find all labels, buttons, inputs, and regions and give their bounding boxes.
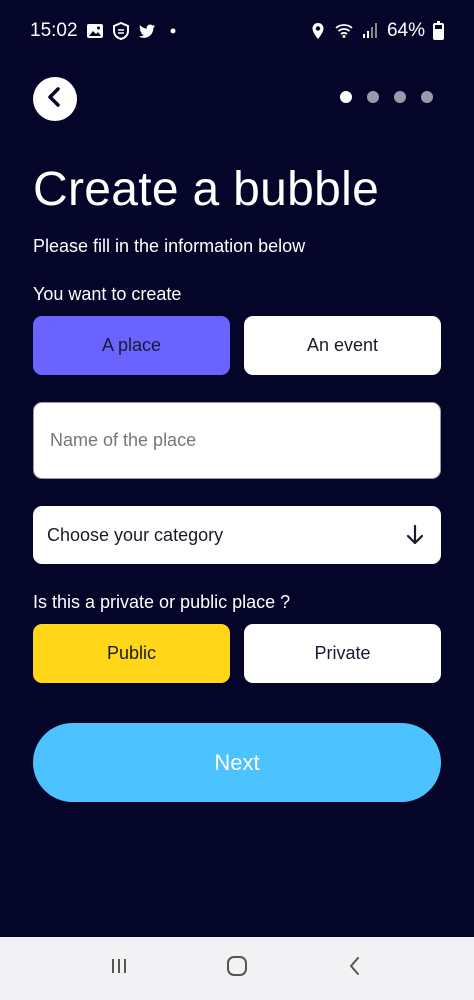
- step-dot-3: [394, 91, 406, 103]
- battery-icon: [433, 20, 444, 40]
- home-button[interactable]: [217, 949, 257, 989]
- battery-percent: 64%: [386, 20, 425, 41]
- vpn-shield-icon: [112, 22, 130, 40]
- signal-icon: [361, 22, 379, 40]
- back-button[interactable]: [33, 77, 77, 121]
- page-subtitle: Please fill in the information below: [33, 236, 306, 256]
- home-icon: [225, 954, 249, 983]
- system-back-button[interactable]: [335, 949, 375, 989]
- place-option-button[interactable]: A place: [33, 316, 230, 375]
- category-dropdown-label: Choose your category: [47, 524, 224, 545]
- create-type-selector: A place An event: [33, 316, 441, 375]
- status-right: 64%: [309, 20, 444, 42]
- event-option-button[interactable]: An event: [244, 316, 441, 375]
- step-indicator: [340, 91, 433, 103]
- location-icon: [309, 22, 327, 40]
- step-dot-2: [367, 91, 379, 103]
- gallery-icon: [86, 22, 104, 40]
- status-left: 15:02: [30, 20, 182, 42]
- arrow-down-icon: [403, 523, 427, 547]
- status-time: 15:02: [30, 20, 78, 41]
- system-nav-bar: [0, 937, 474, 1000]
- chevron-left-icon: [44, 86, 66, 113]
- step-dot-1: [340, 91, 352, 103]
- step-dot-4: [421, 91, 433, 103]
- next-button[interactable]: Next: [33, 723, 441, 802]
- public-option-button[interactable]: Public: [33, 624, 230, 683]
- wifi-icon: [335, 22, 353, 40]
- notification-dot-icon: [164, 22, 182, 40]
- category-dropdown[interactable]: Choose your category: [33, 506, 441, 564]
- privacy-selector: Public Private: [33, 624, 441, 683]
- status-bar: 15:02 64%: [0, 0, 474, 62]
- privacy-label: Is this a private or public place ?: [33, 592, 291, 612]
- back-icon: [343, 954, 367, 983]
- recent-apps-button[interactable]: [99, 949, 139, 989]
- twitter-icon: [138, 22, 156, 40]
- place-name-input[interactable]: [33, 402, 441, 479]
- recent-apps-icon: [107, 954, 131, 983]
- page-title: Create a bubble: [33, 163, 380, 216]
- private-option-button[interactable]: Private: [244, 624, 441, 683]
- create-type-label: You want to create: [33, 284, 182, 304]
